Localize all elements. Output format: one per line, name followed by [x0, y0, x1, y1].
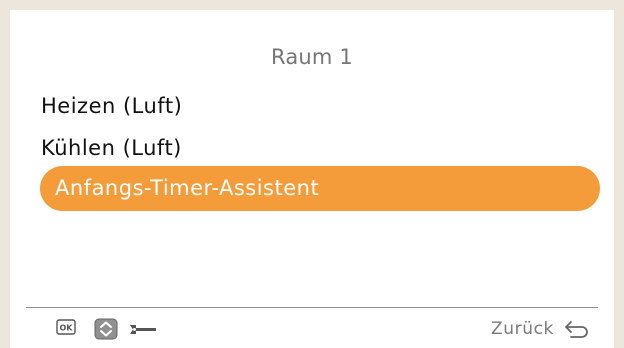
footer-divider	[26, 307, 598, 308]
back-button[interactable]: Zurück	[491, 313, 590, 345]
settings-panel: Raum 1 Heizen (Luft) Kühlen (Luft) Anfan…	[10, 10, 614, 348]
back-arrow-icon	[565, 321, 588, 338]
menu-item-label: Anfangs-Timer-Assistent	[55, 176, 320, 200]
ok-icon-text: OK	[60, 324, 74, 333]
wrench-icon[interactable]	[128, 322, 158, 336]
ok-icon[interactable]: OK	[56, 319, 76, 335]
menu-item-heating[interactable]: Heizen (Luft)	[41, 84, 182, 128]
back-label: Zurück	[491, 319, 554, 339]
menu-item-start-timer-assistant[interactable]: Anfangs-Timer-Assistent	[40, 166, 600, 211]
menu-item-cooling[interactable]: Kühlen (Luft)	[41, 126, 182, 170]
up-down-icon[interactable]	[94, 318, 118, 340]
page-title: Raum 1	[270, 45, 353, 69]
